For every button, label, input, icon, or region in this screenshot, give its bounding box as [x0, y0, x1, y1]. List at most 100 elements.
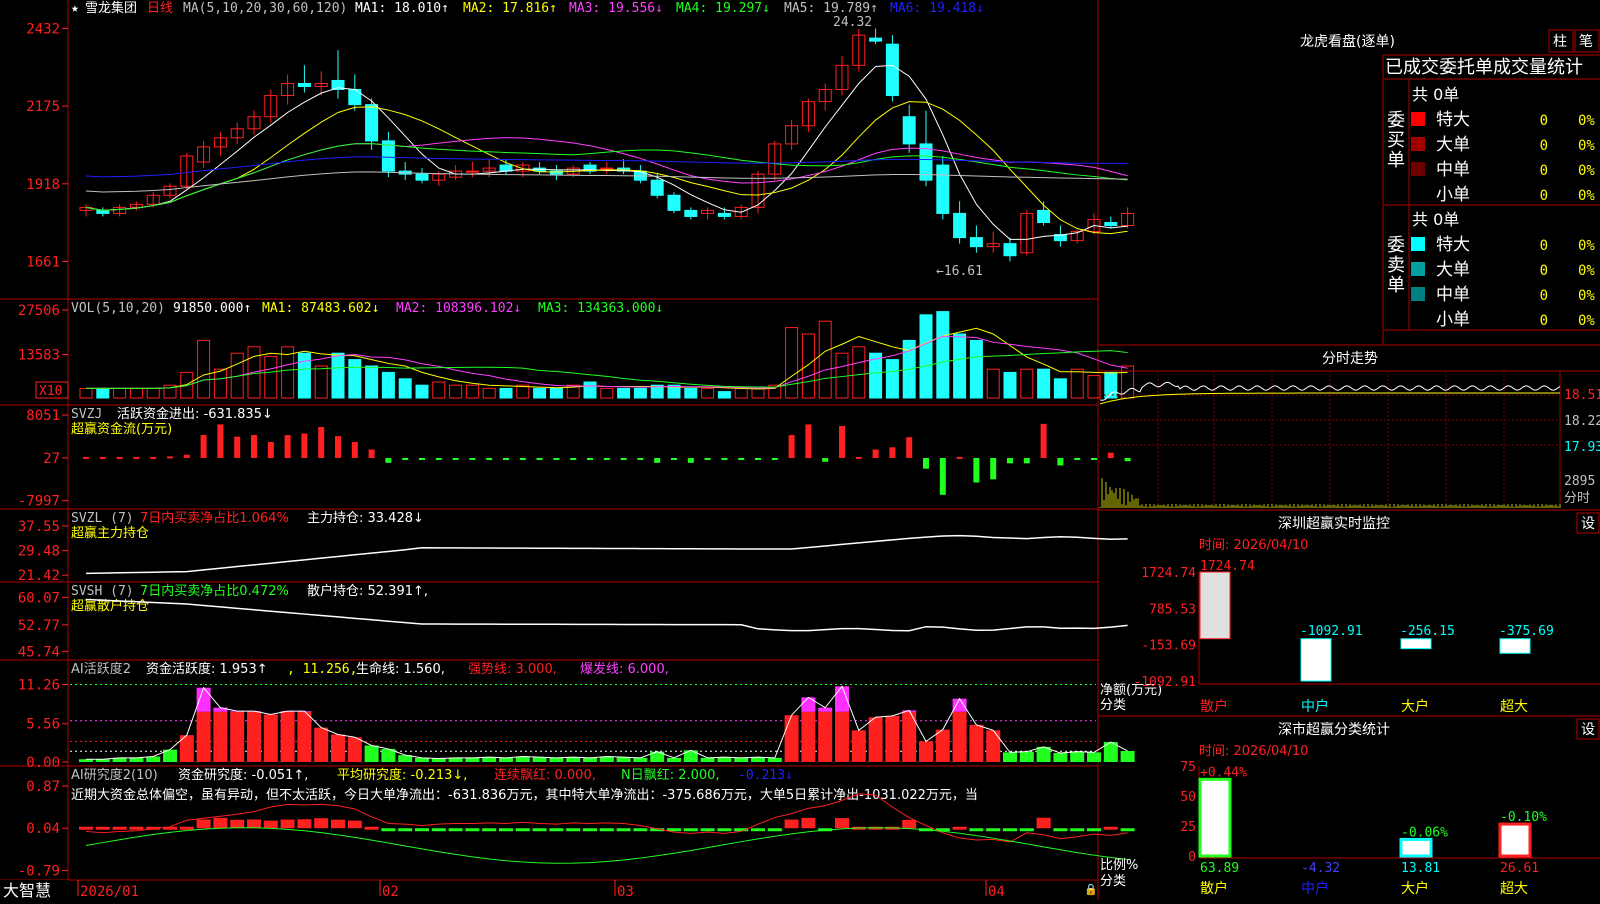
volume-bar	[381, 371, 395, 399]
activity-bar	[751, 757, 765, 762]
volume-bar	[986, 368, 1000, 399]
research-bar	[331, 819, 345, 829]
ss-bottom-value: 26.61	[1500, 861, 1539, 876]
tick-mode-label[interactable]: 笔	[1579, 34, 1593, 50]
low-annotation: ←16.61	[936, 264, 983, 279]
order-row-pct: 0%	[1578, 263, 1595, 279]
retail-holding-chart[interactable]: 60.07 52.77 45.74	[18, 590, 1128, 660]
bar-mode-label[interactable]: 柱	[1553, 34, 1567, 50]
terminal-canvas: ★ 雪龙集团 日线 MA(5,10,20,30,60,120) MA1: 18.…	[0, 0, 1600, 900]
order-row-pct: 0%	[1578, 188, 1595, 204]
svg-text:生命线: 1.560,: 生命线: 1.560,	[356, 661, 445, 677]
y-tick-label: 2432	[26, 21, 60, 37]
sz-monitor-chart[interactable]: 1724.74 785.53 -153.69 -1092.91 1724.74 散户 -10…	[1133, 559, 1600, 715]
volume-bar	[533, 387, 547, 399]
y-tick-label: -7997	[18, 494, 60, 510]
sz-y-label: -153.69	[1141, 639, 1196, 654]
volume-bar	[1053, 378, 1067, 399]
order-row-name: 中单	[1436, 285, 1470, 305]
volume-chart[interactable]: 27506 13583	[18, 303, 1135, 399]
fund-flow-bar	[385, 458, 392, 463]
research-bar	[801, 817, 816, 829]
fund-flow-chart[interactable]: 8051 27 -7997	[18, 408, 1131, 510]
volume-bar	[314, 365, 328, 399]
activity-bar	[280, 711, 295, 762]
ss-bar	[1198, 777, 1232, 858]
activity-bar	[297, 711, 312, 762]
sz-time: 时间: 2026/04/10	[1199, 538, 1308, 553]
volume-bar	[129, 387, 143, 399]
research-bar	[784, 819, 799, 829]
fund-flow-bar	[351, 442, 358, 458]
ss-bar-value: +0.44%	[1200, 765, 1247, 780]
research-bar	[280, 819, 295, 829]
volume-bar	[751, 387, 765, 399]
activity-bar	[969, 724, 984, 762]
y-tick-label: 29.48	[18, 544, 60, 560]
order-side-label: 单	[1387, 150, 1405, 171]
activity-chart[interactable]: 11.26 5.56 0.00	[18, 678, 1135, 771]
date-label: 2026/01	[80, 884, 139, 900]
research-bar	[314, 818, 329, 829]
activity-bar-burst	[196, 687, 211, 712]
research-bar	[79, 826, 93, 830]
candle-body	[885, 43, 899, 97]
activity-bar	[331, 734, 345, 762]
activity-bar	[633, 757, 648, 762]
candlestick-chart[interactable]: 2432 2175 1918 1661	[26, 21, 1135, 270]
volume-bar	[348, 359, 362, 399]
fund-flow-bar	[116, 456, 123, 459]
intraday-tick-label: 17.93	[1564, 440, 1600, 455]
intraday-tick-label: 2895	[1564, 474, 1595, 489]
y-tick-label: 0.00	[26, 755, 60, 771]
date-label: 04	[988, 884, 1005, 900]
intraday-title: 分时走势	[1322, 351, 1378, 367]
sz-bar	[1400, 638, 1432, 650]
sz-category: 中户	[1301, 698, 1329, 715]
date-label: 03	[617, 884, 634, 900]
research-bar	[986, 828, 1001, 832]
activity-bar	[717, 757, 732, 762]
research-bar	[499, 828, 513, 832]
order-side-label: 卖	[1387, 255, 1405, 276]
fund-flow-bar	[654, 458, 661, 463]
candle-body	[717, 212, 731, 217]
lock-icon[interactable]: 🔒	[1084, 883, 1098, 896]
period-label[interactable]: 日线	[147, 1, 173, 16]
ss-time: 时间: 2026/04/10	[1199, 744, 1308, 759]
favorite-star-icon[interactable]: ★	[71, 1, 79, 16]
ss-stat-chart[interactable]: 75 50 25 0 +0.44% 63.89 散户 -4.32 中户 -0.06% 13.81 大户…	[1180, 760, 1600, 897]
fund-flow-bar	[822, 458, 829, 462]
y-tick-label: 45.74	[18, 644, 60, 660]
research-bar	[1087, 828, 1101, 832]
intraday-chart[interactable]: 18.51 18.22 17.93 2895 分时	[1099, 371, 1600, 508]
ss-settings-label[interactable]: 设	[1581, 722, 1595, 738]
research-bar	[835, 818, 849, 829]
volume-bar	[583, 381, 597, 399]
sz-settings-label[interactable]: 设	[1581, 516, 1595, 532]
main-holding-chart[interactable]: 37.55 29.48 21.42	[18, 519, 1128, 584]
volume-bar	[432, 381, 446, 399]
volume-bar	[146, 387, 160, 399]
fund-flow-bar	[671, 458, 677, 460]
volume-bar	[1070, 368, 1084, 399]
volume-bar	[600, 387, 614, 399]
candle-body	[953, 212, 967, 239]
retail-holding-line	[85, 598, 1128, 632]
fund-flow-bar	[200, 435, 207, 458]
svg-text:超赢资金流(万元): 超赢资金流(万元)	[71, 421, 172, 437]
fund-flow-bar	[1091, 458, 1097, 460]
volume-bar	[1020, 368, 1034, 399]
ma-legend-label: MA(5,10,20,30,60,120)	[183, 1, 347, 16]
y-tick-label: 11.26	[18, 678, 60, 694]
fund-flow-bar	[486, 458, 493, 460]
fund-flow-bar	[452, 458, 459, 460]
fund-flow-bar	[1074, 458, 1081, 460]
activity-bar	[885, 715, 900, 762]
ss-bar-value: -0.10%	[1500, 810, 1547, 825]
fund-flow-bar	[721, 458, 728, 460]
order-row-count: 0	[1540, 313, 1548, 329]
ma-line-ma30	[85, 143, 1128, 211]
fund-flow-bar	[839, 426, 845, 458]
svg-text:主力持仓: 33.428↓: 主力持仓: 33.428↓	[307, 511, 424, 526]
